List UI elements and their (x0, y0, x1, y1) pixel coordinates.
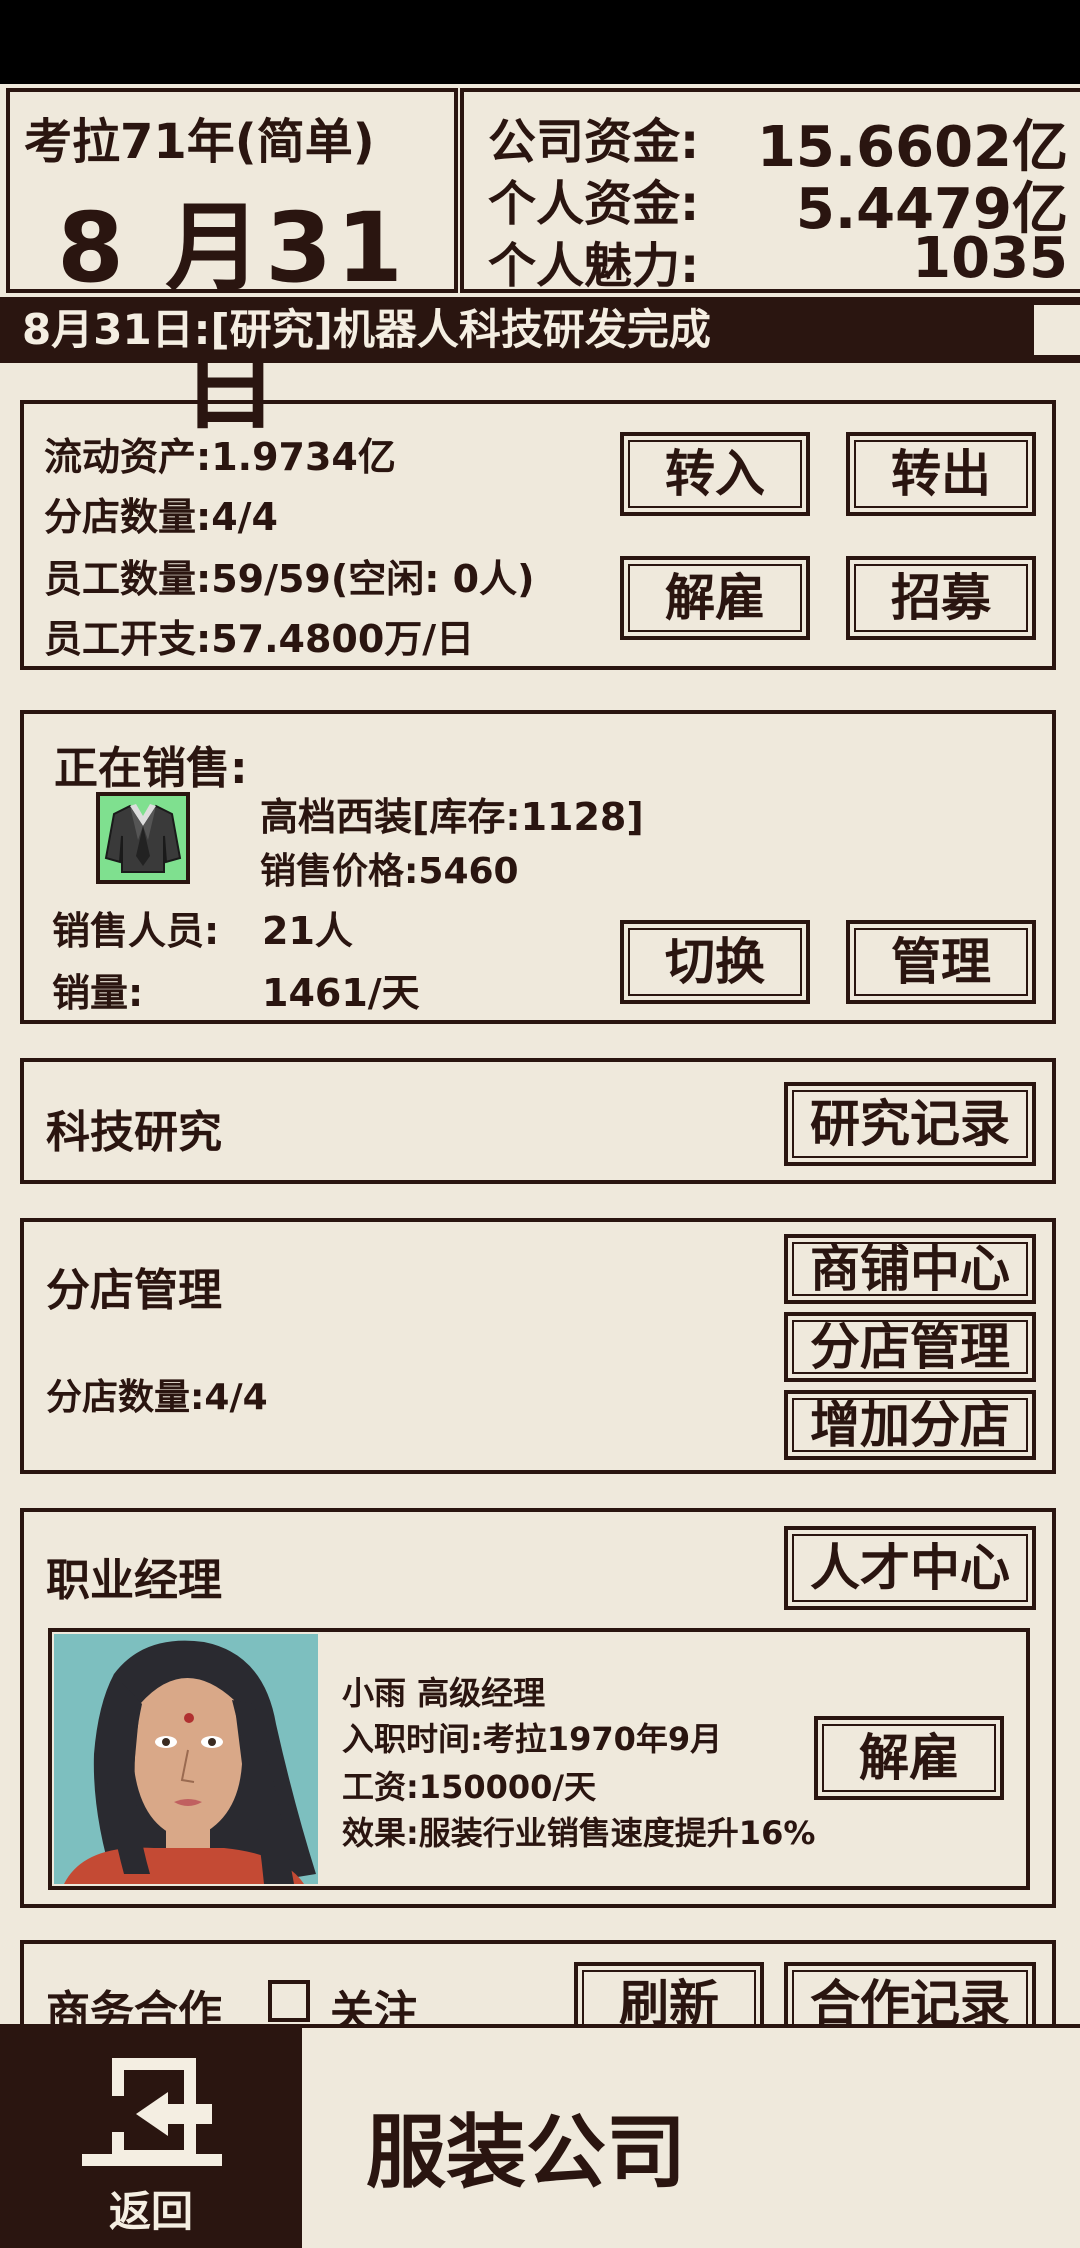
charisma-row: 个人魅力: 1035 (488, 226, 1068, 294)
sales-volume-label: 销量: (52, 971, 144, 1015)
charisma-label: 个人魅力: (488, 238, 700, 294)
exit-icon (82, 2058, 222, 2166)
manager-avatar (64, 1640, 316, 1884)
cooperation-records-button[interactable]: 合作记录 (784, 1962, 1036, 2024)
business-title: 商务合作 (46, 1987, 222, 2024)
news-ticker: 8月31日:[研究]机器人科技研发完成 (0, 297, 1016, 363)
shop-center-button[interactable]: 商铺中心 (784, 1234, 1036, 1304)
manager-title: 职业经理 (46, 1555, 222, 1606)
employee-cost: 员工开支:57.4800万/日 (44, 617, 475, 661)
branch-count-2: 分店数量:4/4 (46, 1377, 268, 1418)
switch-product-button[interactable]: 切换 (620, 920, 810, 1004)
manage-sales-button[interactable]: 管理 (846, 920, 1036, 1004)
transfer-out-button[interactable]: 转出 (846, 432, 1036, 516)
date-panel: 考拉71年(简单) 8 月31 日 (6, 88, 458, 443)
sales-title: 正在销售: (54, 743, 248, 794)
branch-manage-button[interactable]: 分店管理 (784, 1312, 1036, 1382)
back-button[interactable]: 返回 (0, 2028, 302, 2248)
fire-employee-button[interactable]: 解雇 (620, 556, 810, 640)
page-title: 服装公司 (366, 2106, 686, 2199)
branch-title: 分店管理 (46, 1265, 222, 1316)
transfer-in-button[interactable]: 转入 (620, 432, 810, 516)
research-records-button[interactable]: 研究记录 (784, 1082, 1036, 1166)
personal-funds-label: 个人资金: (488, 176, 700, 232)
branch-panel: 分店管理 分店数量:4/4 商铺中心 分店管理 增加分店 (20, 1218, 1056, 1474)
product-name-stock: 高档西装[库存:1128] (260, 795, 644, 839)
manager-card: 小雨 高级经理 入职时间:考拉1970年9月 工资:150000/天 效果:服装… (48, 1628, 1030, 1890)
finance-panel: 流动资产:1.9734亿 分店数量:4/4 员工数量:59/59(空闲: 0人)… (20, 400, 1056, 670)
sales-volume-value: 1461/天 (262, 971, 420, 1015)
current-assets: 流动资产:1.9734亿 (44, 435, 396, 479)
recruit-button[interactable]: 招募 (846, 556, 1036, 640)
product-image[interactable] (96, 792, 190, 884)
sales-staff-label: 销售人员: (52, 909, 220, 953)
bottom-bar: 返回 服装公司 (0, 2024, 1080, 2248)
personal-funds-row: 个人资金: 5.4479亿 (488, 164, 1068, 242)
manager-panel: 职业经理 人才中心 小雨 高级经理 入职时间:考拉1970年9月 工资:1500… (20, 1508, 1056, 1908)
back-label: 返回 (108, 2187, 193, 2236)
manager-portrait (54, 1634, 318, 1884)
follow-checkbox[interactable] (268, 1980, 310, 2022)
add-branch-button[interactable]: 增加分店 (784, 1390, 1036, 1460)
follow-label: 关注 (330, 1987, 418, 2024)
manager-hired: 入职时间:考拉1970年9月 (342, 1720, 723, 1758)
branch-count: 分店数量:4/4 (44, 495, 278, 539)
game-year: 考拉71年(简单) (24, 114, 375, 170)
company-funds-label: 公司资金: (488, 114, 700, 170)
news-ticker-end (1016, 297, 1080, 363)
company-funds-row: 公司资金: 15.6602亿 (488, 102, 1068, 180)
charisma-value: 1035 (912, 226, 1068, 291)
suit-icon (104, 804, 182, 873)
manager-name: 小雨 高级经理 (342, 1674, 546, 1712)
business-panel: 商务合作 关注 刷新 合作记录 (20, 1940, 1056, 2024)
research-panel: 科技研究 研究记录 (20, 1058, 1056, 1184)
employee-count: 员工数量:59/59(空闲: 0人) (44, 557, 535, 601)
talent-center-button[interactable]: 人才中心 (784, 1526, 1036, 1610)
funds-panel: 公司资金: 15.6602亿 个人资金: 5.4479亿 个人魅力: 1035 (460, 88, 1080, 294)
status-bar (0, 0, 1080, 84)
refresh-button[interactable]: 刷新 (574, 1962, 764, 2024)
fire-manager-button[interactable]: 解雇 (814, 1716, 1004, 1800)
manager-salary: 工资:150000/天 (342, 1768, 597, 1806)
research-title: 科技研究 (46, 1107, 222, 1158)
sales-price: 销售价格:5460 (260, 851, 519, 892)
business-panel-clip: 商务合作 关注 刷新 合作记录 (0, 1940, 1080, 2024)
manager-effect: 效果:服装行业销售速度提升16% (342, 1814, 816, 1852)
sales-staff-value: 21人 (262, 909, 353, 953)
sales-panel: 正在销售: 高档西装[库存:1128] 销售价格:5460 销售人员: 21人 … (20, 710, 1056, 1024)
